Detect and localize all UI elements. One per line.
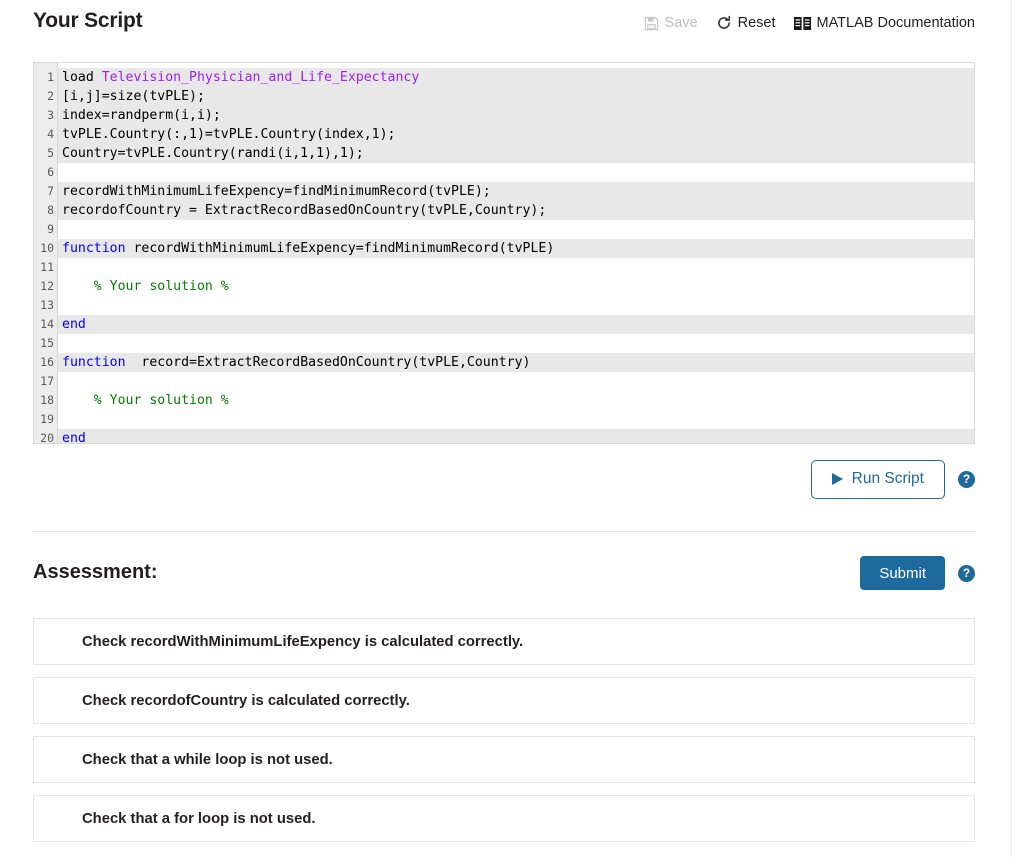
assessment-check-row[interactable]: Check recordofCountry is calculated corr… — [33, 677, 975, 724]
assessment-help-icon[interactable]: ? — [958, 564, 975, 582]
code-token: end — [62, 317, 86, 332]
matlab-documentation-label: MATLAB Documentation — [816, 15, 976, 31]
line-number: 8 — [47, 203, 54, 217]
run-script-row: Run Script ? — [33, 459, 975, 499]
code-line-editable[interactable] — [58, 410, 974, 429]
code-token: load — [62, 70, 102, 85]
book-icon — [793, 16, 811, 31]
line-number: 13 — [40, 298, 54, 312]
code-line-readonly: end — [58, 315, 974, 334]
code-line-readonly: function record=ExtractRecordBasedOnCoun… — [58, 353, 974, 372]
code-line-readonly: load Television_Physician_and_Life_Expec… — [58, 68, 974, 87]
code-token: recordWithMinimumLifeExpency=findMinimum… — [62, 184, 491, 199]
assessment-check-row[interactable]: Check that a for loop is not used. — [33, 795, 975, 842]
assessment-check-label: Check that a for loop is not used. — [82, 810, 316, 827]
code-token: tvPLE.Country(:,1)=tvPLE.Country(index,1… — [62, 127, 396, 142]
matlab-grader-page: Your Script Save Reset MATLAB Documentat… — [0, 0, 1024, 857]
line-number-gutter: 1 2 3 4 5 6 7 8 9 10 11 12 13 14 15 16 17 18 19 20 — [34, 63, 58, 443]
assessment-check-row[interactable]: Check recordWithMinimumLifeExpency is ca… — [33, 618, 975, 665]
line-number: 7 — [47, 184, 54, 198]
floppy-disk-icon — [644, 16, 659, 31]
line-number: 3 — [47, 108, 54, 122]
script-header: Your Script Save Reset MATLAB Documentat… — [33, 5, 975, 45]
line-number: 18 — [40, 393, 54, 407]
line-number: 15 — [40, 336, 54, 350]
code-token: [i,j]=size(tvPLE); — [62, 89, 205, 104]
save-button[interactable]: Save — [644, 15, 698, 31]
line-number: 19 — [40, 412, 54, 426]
code-token: % Your solution % — [62, 393, 229, 408]
code-token: Television_Physician_and_Life_Expectancy — [101, 70, 420, 85]
matlab-documentation-link[interactable]: MATLAB Documentation — [793, 15, 976, 31]
code-line-readonly: [i,j]=size(tvPLE); — [58, 87, 974, 106]
code-line-readonly: recordWithMinimumLifeExpency=findMinimum… — [58, 182, 974, 201]
code-token: % Your solution % — [62, 279, 229, 294]
assessment-check-row[interactable]: Check that a while loop is not used. — [33, 736, 975, 783]
line-number: 14 — [40, 317, 54, 331]
assessment-header: Assessment: Submit ? — [33, 556, 975, 598]
code-line-readonly: index=randperm(i,i); — [58, 106, 974, 125]
code-line-readonly: end — [58, 429, 974, 444]
header-actions: Save Reset MATLAB Documentation — [644, 15, 975, 31]
line-number: 16 — [40, 355, 54, 369]
line-number: 10 — [40, 241, 54, 255]
code-line-editable[interactable]: % Your solution % — [58, 277, 974, 296]
section-divider — [33, 531, 975, 532]
line-number: 11 — [40, 260, 54, 274]
submit-button[interactable]: Submit — [860, 556, 945, 590]
code-text-area[interactable]: load Television_Physician_and_Life_Expec… — [58, 63, 974, 443]
assessment-actions: Submit ? — [860, 556, 975, 590]
line-number: 20 — [40, 431, 54, 444]
code-line-readonly: tvPLE.Country(:,1)=tvPLE.Country(index,1… — [58, 125, 974, 144]
assessment-check-list: Check recordWithMinimumLifeExpency is ca… — [33, 618, 975, 854]
reset-button[interactable]: Reset — [716, 15, 776, 31]
line-number: 4 — [47, 127, 54, 141]
line-number: 9 — [47, 222, 54, 236]
run-script-help-icon[interactable]: ? — [958, 470, 975, 488]
code-line-editable[interactable] — [58, 163, 974, 182]
code-token: function — [62, 241, 126, 256]
assessment-title: Assessment: — [33, 561, 158, 583]
code-line-editable[interactable] — [58, 258, 974, 277]
assessment-check-label: Check recordofCountry is calculated corr… — [82, 692, 410, 709]
code-line-readonly: Country=tvPLE.Country(randi(i,1,1),1); — [58, 144, 974, 163]
line-number: 17 — [40, 374, 54, 388]
save-label: Save — [664, 15, 698, 31]
code-line-readonly: recordofCountry = ExtractRecordBasedOnCo… — [58, 201, 974, 220]
assessment-check-label: Check that a while loop is not used. — [82, 751, 333, 768]
run-script-button[interactable]: Run Script — [810, 459, 945, 499]
code-token: record=ExtractRecordBasedOnCountry(tvPLE… — [125, 355, 531, 370]
code-editor[interactable]: 1 2 3 4 5 6 7 8 9 10 11 12 13 14 15 16 17 18 19 20 load Tel… — [33, 62, 975, 444]
line-number: 2 — [47, 89, 54, 103]
code-line-editable[interactable]: % Your solution % — [58, 391, 974, 410]
code-line-editable[interactable] — [58, 296, 974, 315]
code-token: function — [62, 355, 126, 370]
code-token: recordofCountry = ExtractRecordBasedOnCo… — [62, 203, 547, 218]
page-title: Your Script — [33, 9, 143, 32]
line-number: 12 — [40, 279, 54, 293]
code-token: Country=tvPLE.Country(randi(i,1,1),1); — [62, 146, 364, 161]
refresh-icon — [716, 15, 732, 31]
play-triangle-icon — [831, 473, 843, 485]
run-script-label: Run Script — [851, 470, 924, 487]
assessment-check-label: Check recordWithMinimumLifeExpency is ca… — [82, 633, 524, 650]
code-token: end — [62, 431, 86, 444]
reset-label: Reset — [737, 15, 776, 31]
line-number: 1 — [47, 70, 54, 84]
code-line-readonly: function recordWithMinimumLifeExpency=fi… — [58, 239, 974, 258]
code-line-editable[interactable] — [58, 334, 974, 353]
code-token: index=randperm(i,i); — [62, 108, 221, 123]
code-line-editable[interactable] — [58, 372, 974, 391]
line-number: 6 — [47, 165, 54, 179]
page-right-border — [1011, 0, 1012, 857]
code-token: recordWithMinimumLifeExpency=findMinimum… — [125, 241, 555, 256]
line-number: 5 — [47, 146, 54, 160]
code-line-editable[interactable] — [58, 220, 974, 239]
